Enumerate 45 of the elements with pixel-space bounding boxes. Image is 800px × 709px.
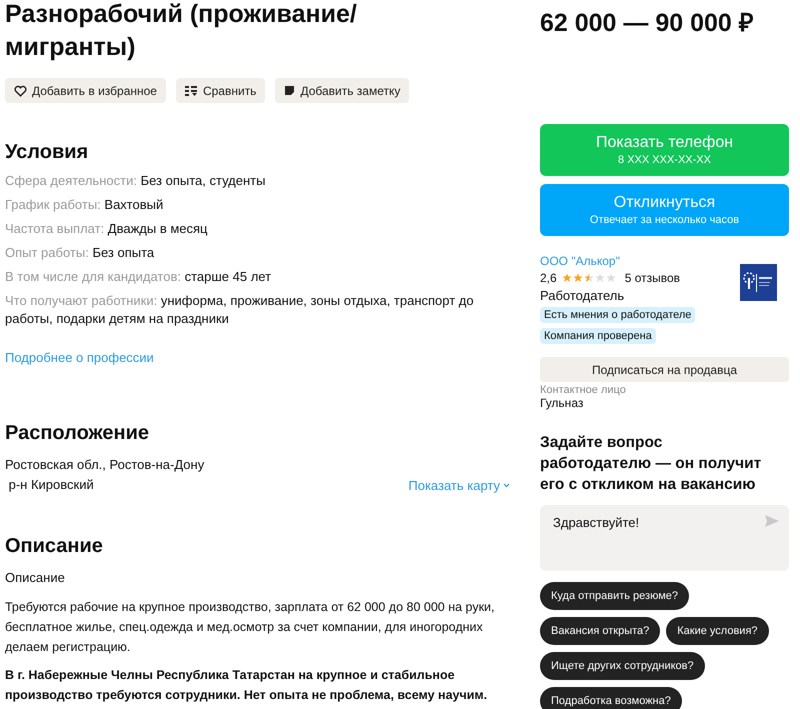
condition-text: График работы: Вахтовый (5, 196, 164, 214)
star-icon (606, 273, 616, 283)
section-heading: Условия (5, 141, 90, 164)
vacancy-title: Разнорабочий (проживание/ мигранты) (5, 0, 358, 63)
question-chip[interactable]: Какие условия? (666, 617, 769, 645)
star-icon (572, 273, 583, 283)
section-heading: Описание (5, 535, 104, 558)
description-paragraph: Требуются рабочие на крупное производство, зарплата от 62 000 до 80 000 на руки, бесплатное жилье, спец.одежда и мед.осмотр за счет компании, для иногородних делаем регистрацию. (5, 599, 496, 656)
salary-text: 62 000 — 90 000 ₽ (540, 8, 755, 38)
question-chip[interactable]: Ищете других сотрудников? (540, 652, 705, 680)
question-chip[interactable]: Куда отправить резюме? (540, 582, 690, 610)
subscribe-button[interactable]: Подписаться на продавца (540, 357, 789, 382)
contact-name: Гульназ (540, 396, 584, 410)
heart-icon (14, 84, 27, 96)
action-button[interactable]: Добавить заметку (275, 78, 410, 103)
message-field[interactable]: Здравствуйте! (540, 505, 789, 571)
employer-badge: Компания проверена (540, 328, 656, 344)
condition-text: В том числе для кандидатов: старше 45 лет (5, 268, 272, 286)
star-icon (584, 273, 594, 283)
star-icon (562, 273, 572, 283)
condition-text: Что получают работники: униформа, проживание, зоны отдыха, транспорт до работы, подарки детям на праздники (5, 292, 475, 328)
address-text: Ростовская обл., Ростов-на-Дону (5, 456, 206, 474)
question-chip[interactable]: Вакансия открыта? (540, 617, 660, 645)
chevron-icon (503, 482, 510, 488)
description-subheading: Описание (5, 570, 66, 585)
action-button[interactable]: Добавить в избранное (5, 78, 166, 103)
employer-badge: Есть мнения о работодателе (540, 307, 696, 323)
employer-role: Работодатель (540, 288, 626, 303)
question-chip[interactable]: Подработка возможна? (540, 687, 682, 709)
star-icon (594, 273, 605, 283)
rating-value: 2,6 (540, 271, 557, 285)
reviews-count: 5 отзывов (624, 271, 680, 285)
note-icon (284, 85, 296, 96)
district-text: р-н Кировский (8, 476, 94, 494)
list-icon (184, 84, 198, 96)
condition-text: Опыт работы: Без опыта (5, 244, 156, 262)
send-icon[interactable] (765, 515, 779, 527)
section-heading: Расположение (5, 422, 150, 445)
contact-label: Контактное лицо (540, 384, 627, 396)
company-logo-icon (740, 264, 777, 301)
condition-text: Сфера деятельности: Без опыта, студенты (5, 172, 266, 190)
question-heading: Задайте вопрос работодателю — он получит его с откликом на вакансию (540, 433, 762, 495)
description-paragraph: В г. Набережные Челны Республика Татарстан на крупное и стабильное производство требуются сотрудники. Нет опыта не проблема, всему научим. (5, 667, 488, 704)
action-button[interactable]: Сравнить (176, 78, 266, 103)
condition-text: Частота выплат: Дважды в месяц (5, 220, 209, 238)
